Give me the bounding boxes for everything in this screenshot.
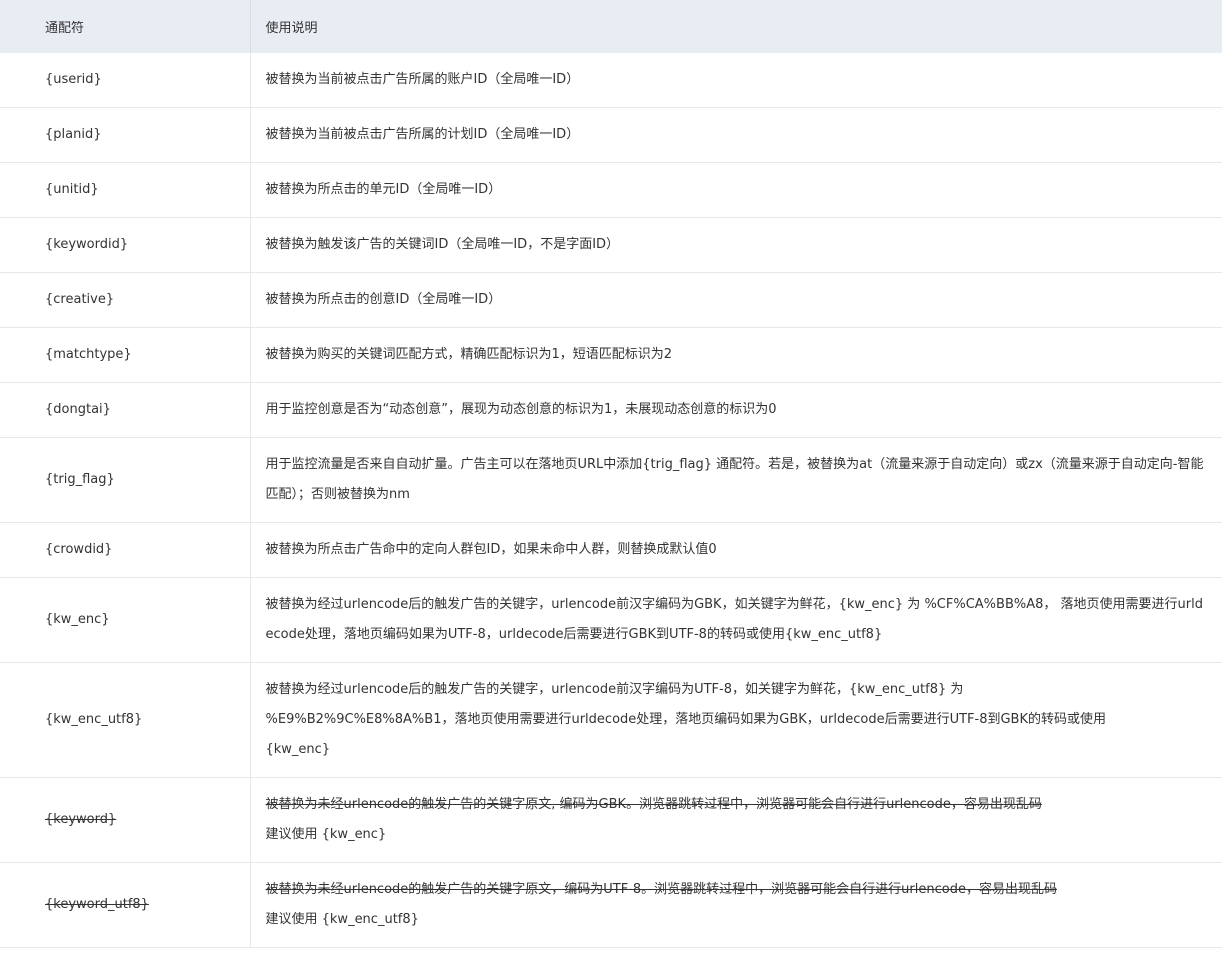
description-cell: 用于监控创意是否为“动态创意”，展现为动态创意的标识为1，未展现动态创意的标识为…: [250, 382, 1222, 438]
placeholder-cell: {kw_enc_utf8}: [0, 662, 251, 778]
description-cell: 用于监控流量是否来自自动扩量。广告主可以在落地页URL中添加{trig_flag…: [250, 437, 1222, 523]
table-row: {kw_enc_utf8} 被替换为经过urlencode后的触发广告的关键字，…: [0, 662, 1222, 778]
table-row: {keywordid} 被替换为触发该广告的关键词ID（全局唯一ID，不是字面I…: [0, 217, 1222, 273]
table-row: {planid} 被替换为当前被点击广告所属的计划ID（全局唯一ID）: [0, 107, 1222, 163]
table-row: {matchtype} 被替换为购买的关键词匹配方式，精确匹配标识为1，短语匹配…: [0, 327, 1222, 383]
placeholder-cell: {dongtai}: [0, 382, 251, 438]
table-row: {creative} 被替换为所点击的创意ID（全局唯一ID）: [0, 272, 1222, 328]
placeholder-table: 通配符 使用说明 {userid} 被替换为当前被点击广告所属的账户ID（全局唯…: [0, 0, 1222, 948]
deprecated-description: 被替换为未经urlencode的触发广告的关键字原文, 编码为GBK。浏览器跳转…: [265, 797, 1042, 812]
deprecated-description: 被替换为未经urlencode的触发广告的关键字原文，编码为UTF-8。浏览器跳…: [265, 882, 1057, 897]
placeholder-cell: {matchtype}: [0, 327, 251, 383]
table-row: {userid} 被替换为当前被点击广告所属的账户ID（全局唯一ID）: [0, 53, 1222, 108]
placeholder-cell-deprecated: {keyword_utf8}: [0, 862, 251, 948]
placeholder-cell: {userid}: [0, 53, 251, 108]
placeholder-cell: {planid}: [0, 107, 251, 163]
description-line: 被替换为经过urlencode后的触发广告的关键字，urlencode前汉字编码…: [265, 682, 964, 697]
description-cell: 被替换为当前被点击广告所属的计划ID（全局唯一ID）: [250, 107, 1222, 163]
description-line: {kw_enc}: [265, 742, 331, 757]
recommendation-note: 建议使用 {kw_enc}: [265, 827, 387, 842]
table-row: {trig_flag} 用于监控流量是否来自自动扩量。广告主可以在落地页URL中…: [0, 437, 1222, 523]
placeholder-cell: {unitid}: [0, 162, 251, 218]
description-cell: 被替换为未经urlencode的触发广告的关键字原文, 编码为GBK。浏览器跳转…: [250, 777, 1222, 863]
placeholder-cell: {creative}: [0, 272, 251, 328]
description-line: %E9%B2%9C%E8%8A%B1，落地页使用需要进行urldecode处理，…: [265, 712, 1107, 727]
table-row: {unitid} 被替换为所点击的单元ID（全局唯一ID）: [0, 162, 1222, 218]
header-placeholder: 通配符: [0, 0, 251, 53]
placeholder-cell: {keywordid}: [0, 217, 251, 273]
placeholder-cell: {trig_flag}: [0, 437, 251, 523]
description-cell: 被替换为经过urlencode后的触发广告的关键字，urlencode前汉字编码…: [250, 577, 1222, 663]
table-header-row: 通配符 使用说明: [0, 0, 1222, 53]
table-row: {dongtai} 用于监控创意是否为“动态创意”，展现为动态创意的标识为1，未…: [0, 382, 1222, 438]
description-cell: 被替换为当前被点击广告所属的账户ID（全局唯一ID）: [250, 53, 1222, 108]
description-cell: 被替换为所点击的单元ID（全局唯一ID）: [250, 162, 1222, 218]
header-description: 使用说明: [250, 0, 1222, 53]
table-row: {keyword_utf8} 被替换为未经urlencode的触发广告的关键字原…: [0, 862, 1222, 948]
description-cell: 被替换为购买的关键词匹配方式，精确匹配标识为1，短语匹配标识为2: [250, 327, 1222, 383]
table-row: {crowdid} 被替换为所点击广告命中的定向人群包ID，如果未命中人群，则替…: [0, 522, 1222, 578]
placeholder-cell: {crowdid}: [0, 522, 251, 578]
description-cell: 被替换为经过urlencode后的触发广告的关键字，urlencode前汉字编码…: [250, 662, 1222, 778]
description-cell: 被替换为未经urlencode的触发广告的关键字原文，编码为UTF-8。浏览器跳…: [250, 862, 1222, 948]
table-row: {kw_enc} 被替换为经过urlencode后的触发广告的关键字，urlen…: [0, 577, 1222, 663]
placeholder-cell-deprecated: {keyword}: [0, 777, 251, 863]
description-cell: 被替换为所点击广告命中的定向人群包ID，如果未命中人群，则替换成默认值0: [250, 522, 1222, 578]
table-row: {keyword} 被替换为未经urlencode的触发广告的关键字原文, 编码…: [0, 777, 1222, 863]
description-cell: 被替换为所点击的创意ID（全局唯一ID）: [250, 272, 1222, 328]
placeholder-cell: {kw_enc}: [0, 577, 251, 663]
recommendation-note: 建议使用 {kw_enc_utf8}: [265, 912, 419, 927]
description-cell: 被替换为触发该广告的关键词ID（全局唯一ID，不是字面ID）: [250, 217, 1222, 273]
